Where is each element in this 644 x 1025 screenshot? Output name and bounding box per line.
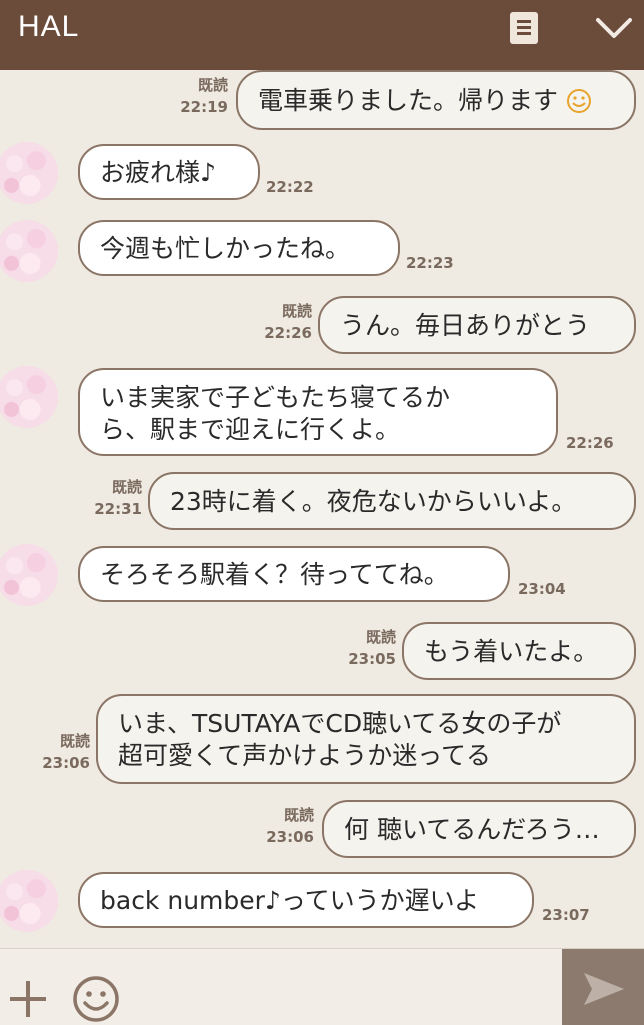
message-text-line: いま実家で子どもたち寝てるか <box>100 383 451 412</box>
message-bubble[interactable]: back number♪っていうか遅いよ <box>78 872 534 928</box>
avatar[interactable] <box>0 870 58 932</box>
smile-emoji-icon <box>566 89 591 113</box>
chat-header: HAL <box>0 0 644 70</box>
message-time: 22:26 <box>264 324 312 342</box>
message-bubble[interactable]: 電車乗りました。帰ります <box>236 70 636 130</box>
avatar[interactable] <box>0 220 58 282</box>
message-time: 23:06 <box>266 828 314 846</box>
send-button[interactable] <box>562 949 644 1025</box>
message-text: 23時に着く。夜危ないからいいよ。 <box>170 487 577 516</box>
message-text: 何 聴いてるんだろう… <box>344 815 600 844</box>
message-bubble[interactable]: 何 聴いてるんだろう… <box>322 800 636 858</box>
read-receipt: 既読 <box>365 628 396 646</box>
emoji-icon[interactable] <box>72 975 120 1023</box>
message-text: もう着いたよ。 <box>424 637 599 666</box>
avatar[interactable] <box>0 544 58 606</box>
message-bubble[interactable]: うん。毎日ありがとう <box>318 296 636 354</box>
message-bubble[interactable]: もう着いたよ。 <box>402 622 636 680</box>
message-meta: 既読 22:19 <box>170 74 228 118</box>
message-time: 22:26 <box>566 434 614 452</box>
message-time: 23:04 <box>518 580 566 598</box>
message-time: 22:31 <box>94 500 142 518</box>
message-meta: 既読 23:06 <box>32 730 90 774</box>
read-receipt: 既読 <box>59 732 90 750</box>
message-bubble[interactable]: いま、TSUTAYAでCD聴いてる女の子が 超可愛くて声かけようか迷ってる <box>96 694 636 784</box>
chevron-down-icon[interactable] <box>594 14 634 42</box>
read-receipt: 既読 <box>197 76 228 94</box>
message-text: back number♪っていうか遅いよ <box>100 886 480 915</box>
message-time: 23:06 <box>42 754 90 772</box>
avatar[interactable] <box>0 142 58 204</box>
read-receipt: 既読 <box>281 302 312 320</box>
memo-icon[interactable] <box>510 12 538 44</box>
input-bar <box>0 948 644 1025</box>
message-time: 23:07 <box>542 906 590 924</box>
send-icon <box>584 973 624 1005</box>
message-meta: 既読 22:31 <box>84 476 142 520</box>
message-text: お疲れ様♪ <box>100 158 216 187</box>
read-receipt: 既読 <box>111 478 142 496</box>
message-bubble[interactable]: お疲れ様♪ <box>78 144 260 200</box>
message-text-line: ら、駅まで迎えに行くよ。 <box>100 415 401 444</box>
message-meta: 既読 22:26 <box>256 300 312 344</box>
message-time: 22:19 <box>180 98 228 116</box>
message-text: そろそろ駅着く？待っててね。 <box>100 560 449 589</box>
avatar[interactable] <box>0 366 58 428</box>
message-bubble[interactable]: いま実家で子どもたち寝てるか ら、駅まで迎えに行くよ。 <box>78 368 558 456</box>
message-bubble[interactable]: 今週も忙しかったね。 <box>78 220 400 276</box>
read-receipt: 既読 <box>283 806 314 824</box>
message-time: 22:23 <box>406 254 454 272</box>
message-text-line: いま、TSUTAYAでCD聴いてる女の子が <box>118 709 562 738</box>
message-text: 電車乗りました。帰ります <box>258 86 559 115</box>
chat-title: HAL <box>18 10 80 43</box>
message-text: うん。毎日ありがとう <box>340 311 591 340</box>
message-meta: 既読 23:06 <box>256 804 314 848</box>
message-text: 今週も忙しかったね。 <box>100 234 351 263</box>
message-time: 22:22 <box>266 178 314 196</box>
plus-icon[interactable] <box>8 979 48 1019</box>
message-bubble[interactable]: そろそろ駅着く？待っててね。 <box>78 546 510 602</box>
message-time: 23:05 <box>348 650 396 668</box>
message-list[interactable]: 既読 22:19 電車乗りました。帰ります お疲れ様♪ 22:22 今週も忙しか… <box>0 70 644 948</box>
message-text-line: 超可愛くて声かけようか迷ってる <box>118 741 492 770</box>
message-meta: 既読 23:05 <box>338 626 396 670</box>
message-bubble[interactable]: 23時に着く。夜危ないからいいよ。 <box>148 472 636 530</box>
